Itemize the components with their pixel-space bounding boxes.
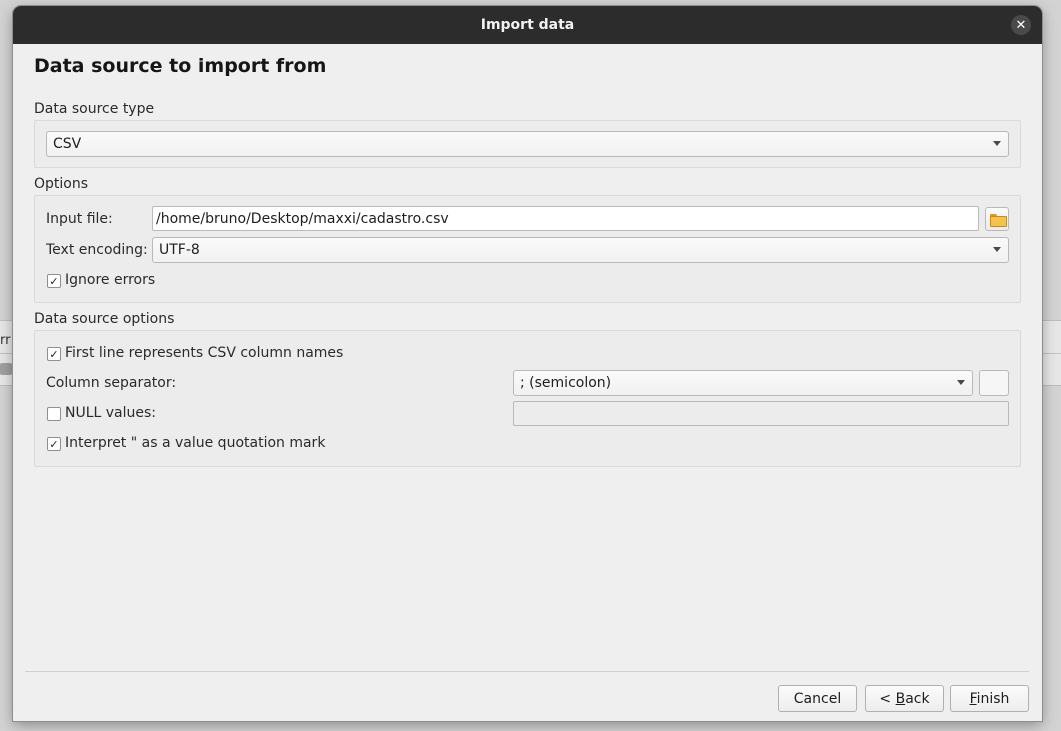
page-title: Data source to import from — [34, 55, 327, 77]
back-prefix: < — [879, 690, 896, 707]
section-label-source-type: Data source type — [34, 101, 155, 117]
chevron-down-icon — [993, 247, 1001, 252]
null-values-checkbox[interactable] — [47, 407, 61, 421]
section-label-source-options: Data source options — [34, 311, 175, 327]
browse-file-button[interactable] — [985, 207, 1009, 231]
source-options-group: ✓ First line represents CSV column names… — [34, 330, 1021, 467]
chevron-down-icon — [993, 141, 1001, 146]
folder-open-icon — [989, 213, 1007, 227]
check-icon: ✓ — [49, 274, 59, 288]
column-separator-label: Column separator: — [46, 375, 177, 391]
back-rest: ack — [905, 690, 930, 707]
check-icon: ✓ — [49, 347, 59, 361]
first-line-checkbox[interactable]: ✓ — [47, 347, 61, 361]
background-icon — [0, 363, 12, 375]
options-group: Input file: /home/bruno/Desktop/maxxi/ca… — [34, 195, 1021, 303]
dialog-content: Data source to import from Data source t… — [13, 44, 1042, 721]
cancel-button[interactable]: Cancel — [778, 685, 857, 712]
dialog-titlebar: Import data ✕ — [13, 6, 1042, 44]
text-encoding-label: Text encoding: — [46, 242, 148, 258]
interpret-quote-checkbox[interactable]: ✓ — [47, 437, 61, 451]
column-separator-select[interactable]: ; (semicolon) — [513, 370, 973, 396]
source-type-select[interactable]: CSV — [46, 131, 1009, 157]
finish-button-label: Finish — [970, 691, 1010, 707]
finish-rest: inish — [976, 690, 1010, 707]
source-type-value: CSV — [53, 136, 82, 152]
input-file-value: /home/bruno/Desktop/maxxi/cadastro.csv — [156, 210, 449, 227]
ignore-errors-label[interactable]: Ignore errors — [65, 272, 155, 288]
column-separator-value: ; (semicolon) — [520, 375, 612, 391]
chevron-down-icon — [957, 380, 965, 385]
close-icon: ✕ — [1015, 17, 1027, 33]
text-encoding-select[interactable]: UTF-8 — [152, 237, 1009, 263]
source-type-group: CSV — [34, 120, 1021, 168]
ignore-errors-checkbox[interactable]: ✓ — [47, 274, 61, 288]
cancel-button-label: Cancel — [793, 690, 842, 707]
interpret-quote-label[interactable]: Interpret " as a value quotation mark — [65, 435, 325, 451]
close-button[interactable]: ✕ — [1011, 15, 1031, 35]
back-button[interactable]: < Back — [865, 685, 944, 712]
input-file-field[interactable]: /home/bruno/Desktop/maxxi/cadastro.csv — [152, 206, 979, 231]
back-button-label: < Back — [879, 691, 929, 707]
null-values-field[interactable] — [513, 401, 1009, 426]
import-data-dialog: Import data ✕ Data source to import from… — [13, 6, 1042, 721]
check-icon: ✓ — [49, 437, 59, 451]
text-encoding-value: UTF-8 — [159, 242, 200, 258]
null-values-label[interactable]: NULL values: — [65, 405, 156, 421]
first-line-label[interactable]: First line represents CSV column names — [65, 345, 343, 361]
custom-separator-field[interactable] — [979, 370, 1009, 396]
footer-divider — [25, 671, 1029, 672]
dialog-title: Import data — [480, 17, 575, 33]
finish-button[interactable]: Finish — [950, 685, 1029, 712]
back-mnemonic: B — [895, 690, 906, 707]
background-text-fragment: rr — [0, 333, 11, 348]
input-file-label: Input file: — [46, 211, 113, 227]
section-label-options: Options — [34, 176, 89, 192]
finish-mnemonic: F — [969, 690, 977, 707]
